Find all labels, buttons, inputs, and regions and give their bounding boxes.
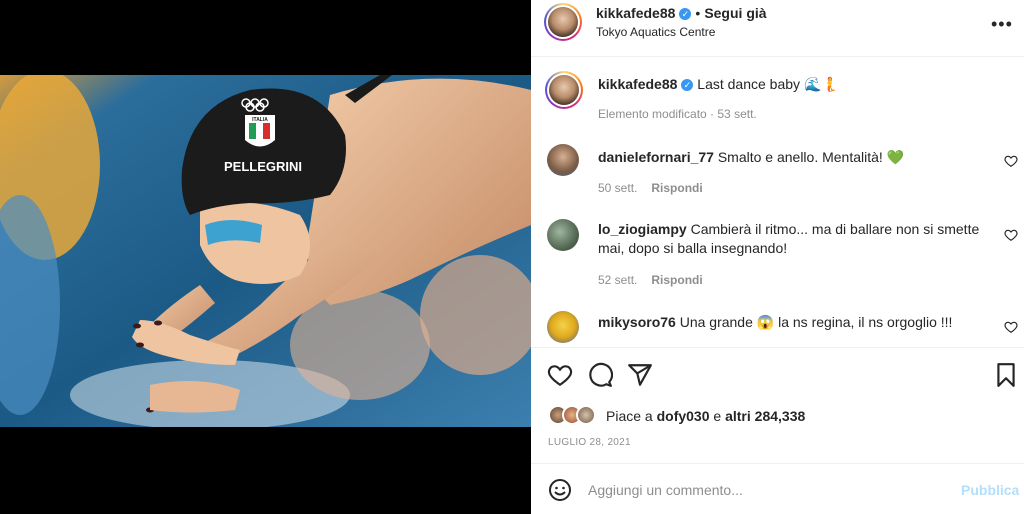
comment-input[interactable]: Aggiungi un commento... bbox=[588, 482, 743, 498]
author-avatar[interactable] bbox=[544, 3, 582, 41]
heart-icon[interactable] bbox=[547, 362, 573, 388]
cap-name-text: PELLEGRINI bbox=[224, 159, 302, 174]
author-username[interactable]: kikkafede88 bbox=[596, 5, 675, 21]
add-comment-bar: Aggiungi un commento... Pubblica bbox=[531, 463, 1024, 514]
comment-username[interactable]: mikysoro76 bbox=[598, 314, 676, 330]
comment-item: mikysoro76 Una grande 😱 la ns regina, il… bbox=[547, 311, 1018, 347]
comment-like-heart-icon[interactable] bbox=[1004, 228, 1018, 242]
post-side-panel: kikkafede88 ✓ • Segui già Tokyo Aquatics Ce… bbox=[531, 0, 1024, 514]
post-date: LUGLIO 28, 2021 bbox=[548, 437, 631, 448]
comment-like-heart-icon[interactable] bbox=[1004, 320, 1018, 334]
likes-user[interactable]: dofy030 bbox=[657, 408, 710, 424]
comment-age: 52 sett. bbox=[598, 273, 638, 287]
caption-username[interactable]: kikkafede88 bbox=[598, 76, 677, 92]
verified-icon: ✓ bbox=[681, 79, 694, 92]
comments-list[interactable]: kikkafede88 ✓ Last dance baby 🌊🧜 Elemento… bbox=[531, 57, 1024, 347]
liker-avatar bbox=[576, 405, 596, 425]
publish-button[interactable]: Pubblica bbox=[961, 482, 1019, 498]
comment-emoji: 😱 bbox=[756, 314, 775, 330]
header-title-row: kikkafede88 ✓ • Segui già bbox=[596, 5, 767, 23]
comment-text-before: Una grande bbox=[679, 314, 753, 330]
share-icon[interactable] bbox=[627, 362, 653, 388]
commenter-avatar[interactable] bbox=[547, 144, 579, 176]
more-options-icon[interactable]: ••• bbox=[991, 14, 1013, 35]
post-media: ITALIA PELLEGRINI bbox=[0, 0, 531, 514]
follow-status-button[interactable]: Segui già bbox=[704, 5, 766, 21]
verified-icon: ✓ bbox=[679, 7, 692, 20]
cap-flag-text: ITALIA bbox=[252, 117, 268, 123]
reply-button[interactable]: Rispondi bbox=[651, 181, 702, 195]
separator-dot: • bbox=[695, 5, 701, 21]
post-location[interactable]: Tokyo Aquatics Centre bbox=[596, 25, 715, 39]
commenter-avatar[interactable] bbox=[547, 219, 579, 251]
caption-text: Last dance baby bbox=[697, 76, 801, 92]
comment-item: lo_ziogiampy Cambierà il ritmo... ma di … bbox=[547, 219, 1018, 294]
post-photo[interactable]: ITALIA PELLEGRINI bbox=[0, 75, 531, 427]
bookmark-icon[interactable] bbox=[993, 362, 1019, 388]
swimmer-illustration: ITALIA PELLEGRINI bbox=[0, 75, 531, 427]
post-header: kikkafede88 ✓ • Segui già Tokyo Aquatics Ce… bbox=[531, 0, 1024, 57]
caption-edited-label: Elemento modificato · 53 sett. bbox=[598, 107, 757, 121]
caption-emoji: 🌊🧜 bbox=[803, 76, 839, 92]
likes-prefix: Piace a bbox=[606, 408, 653, 424]
caption-item: kikkafede88 ✓ Last dance baby 🌊🧜 Elemento… bbox=[545, 71, 1007, 131]
comment-item: danielefornari_77 Smalto e anello. Menta… bbox=[547, 144, 1018, 199]
reply-button[interactable]: Rispondi bbox=[651, 273, 702, 287]
commenter-avatar[interactable] bbox=[547, 311, 579, 343]
comment-username[interactable]: danielefornari_77 bbox=[598, 149, 714, 165]
comment-emoji: 💚 bbox=[886, 149, 905, 165]
comment-username[interactable]: lo_ziogiampy bbox=[598, 221, 687, 237]
comment-like-heart-icon[interactable] bbox=[1004, 154, 1018, 168]
comment-text-after: la ns regina, il ns orgoglio !!! bbox=[778, 314, 953, 330]
post-actions: Piace a dofy030 e altri 284,338 LUGLIO 2… bbox=[531, 347, 1024, 463]
emoji-icon[interactable] bbox=[548, 478, 572, 502]
comment-age: 50 sett. bbox=[598, 181, 638, 195]
comment-icon[interactable] bbox=[587, 362, 613, 388]
likes-others[interactable]: altri 284,338 bbox=[725, 408, 805, 424]
comment-text: Smalto e anello. Mentalità! bbox=[717, 149, 883, 165]
likes-joiner: e bbox=[713, 408, 722, 424]
author-avatar-small[interactable] bbox=[545, 71, 583, 109]
